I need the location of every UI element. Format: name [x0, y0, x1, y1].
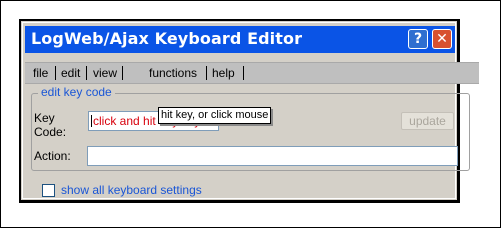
menu-file[interactable]: file: [33, 66, 48, 80]
menu-functions[interactable]: functions: [149, 66, 197, 80]
action-label: Action:: [34, 149, 71, 163]
window-title: LogWeb/Ajax Keyboard Editor: [31, 29, 303, 48]
close-icon: ✕: [436, 31, 448, 47]
edit-key-code-group: edit key code Key Code: click and hit an…: [31, 85, 470, 171]
key-code-label-line1: Key: [34, 111, 55, 125]
menu-help[interactable]: help: [212, 66, 235, 80]
action-input[interactable]: [87, 146, 458, 166]
menu-separator: [122, 66, 123, 80]
update-button[interactable]: update: [401, 112, 454, 130]
menu-view[interactable]: view: [93, 66, 117, 80]
help-icon: ?: [413, 31, 423, 47]
show-all-label[interactable]: show all keyboard settings: [61, 183, 202, 197]
text-caret: [91, 115, 92, 127]
menu-separator: [206, 66, 207, 80]
menu-separator: [86, 66, 87, 80]
menu-separator: [243, 66, 244, 80]
menu-separator: [55, 66, 56, 80]
group-legend: edit key code: [38, 85, 115, 99]
title-bar[interactable]: LogWeb/Ajax Keyboard Editor ? ✕: [25, 26, 455, 53]
key-code-label-line2: Code:: [34, 125, 67, 139]
help-button[interactable]: ?: [408, 29, 428, 49]
show-all-checkbox[interactable]: [42, 184, 55, 197]
menu-edit[interactable]: edit: [61, 66, 80, 80]
menu-bar: file edit view functions help: [25, 62, 479, 84]
close-button[interactable]: ✕: [432, 29, 452, 49]
tooltip: hit key, or click mouse: [158, 107, 272, 124]
